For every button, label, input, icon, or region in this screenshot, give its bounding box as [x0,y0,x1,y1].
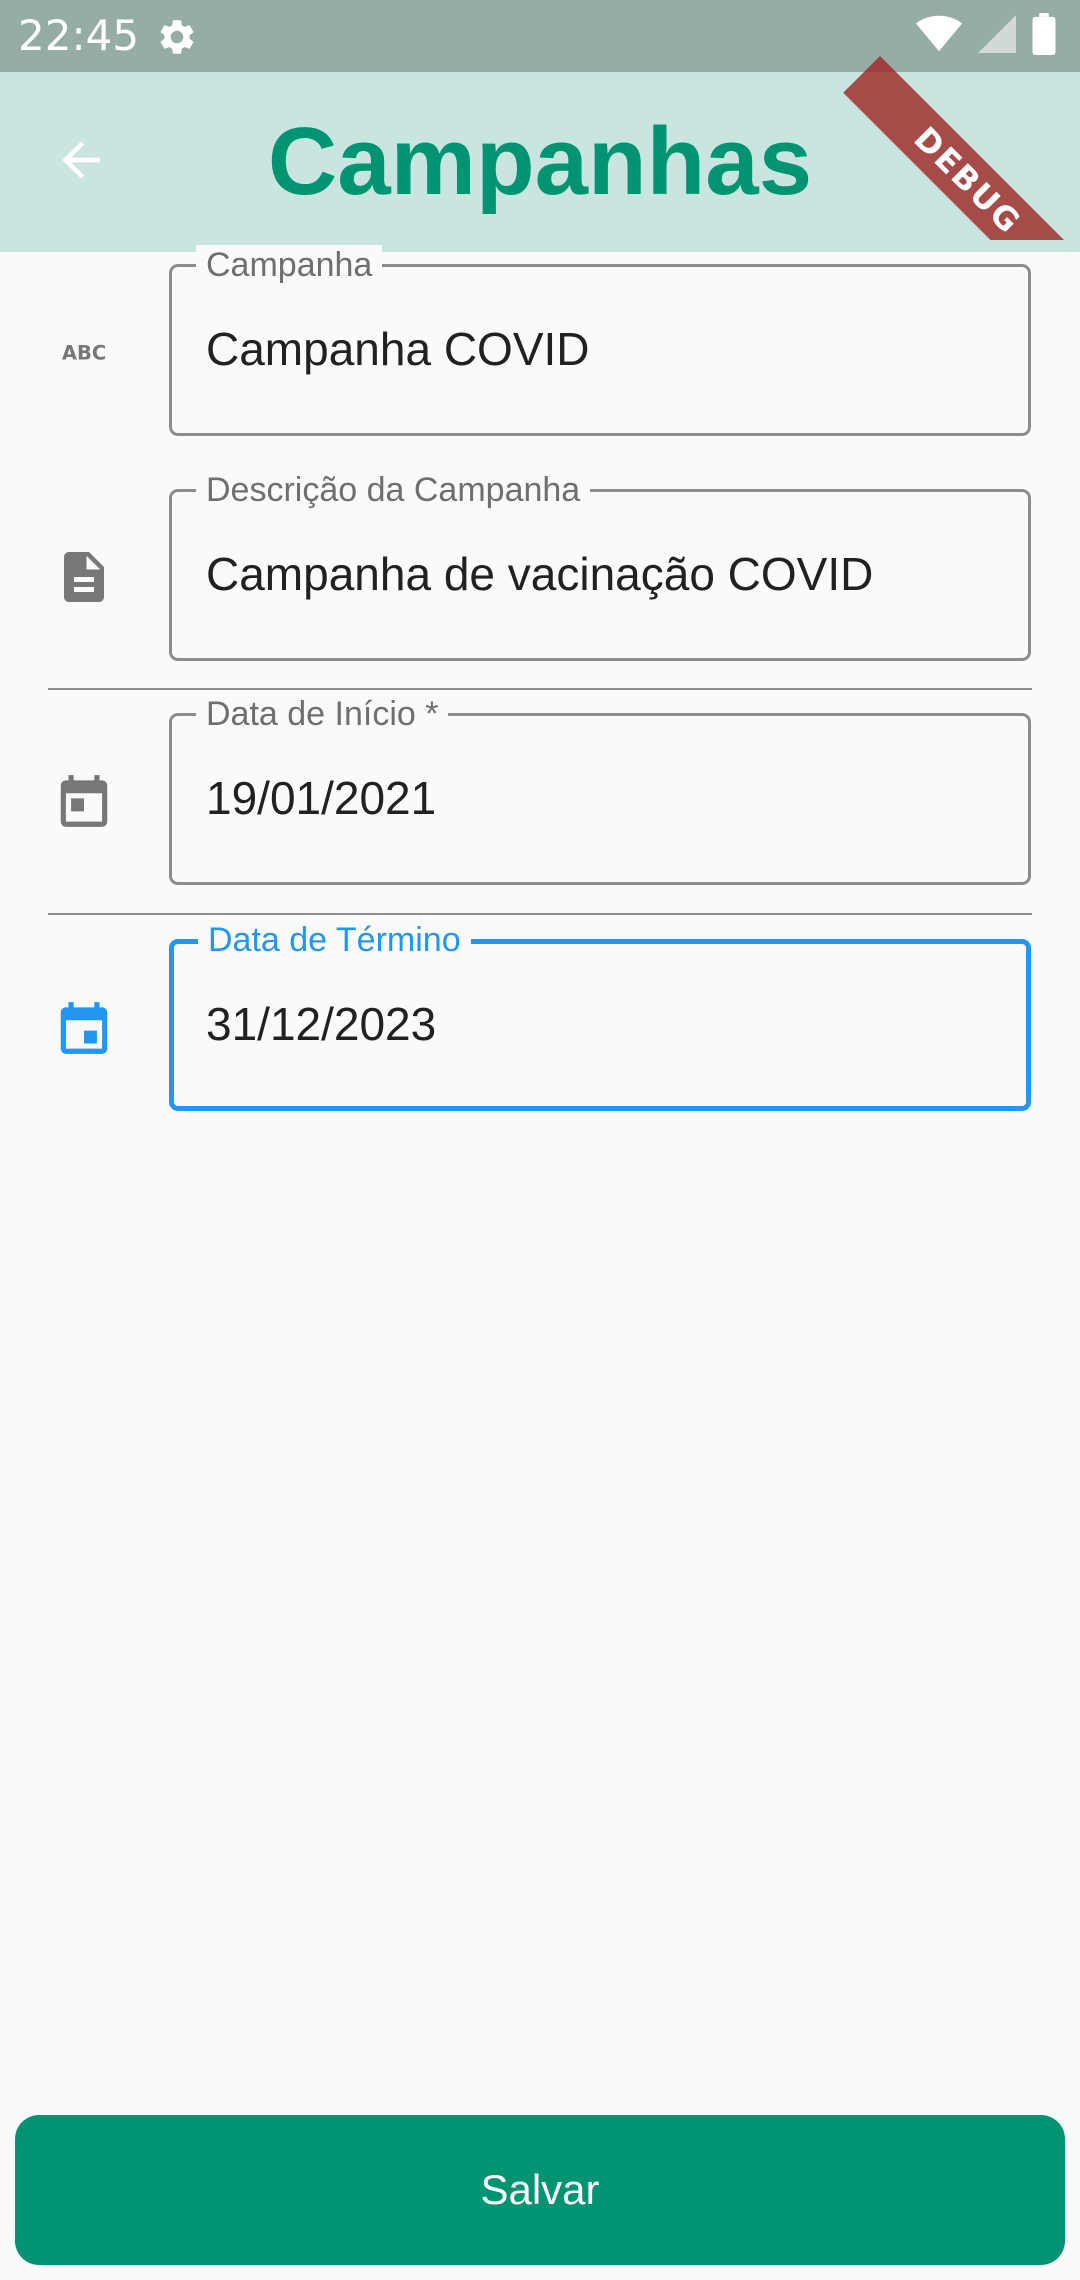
save-button[interactable]: Salvar [15,2115,1065,2265]
status-time: 22:45 [18,11,140,60]
campaign-description-field[interactable]: Descrição da Campanha Campanha de vacina… [169,470,1031,661]
calendar-icon [48,992,120,1064]
start-date-field[interactable]: Data de Início * 19/01/2021 [169,694,1031,885]
campaign-name-field[interactable]: Campanha Campanha COVID [169,245,1031,436]
calendar-icon [48,765,120,837]
end-date-field[interactable]: Data de Término 31/12/2023 [169,920,1031,1111]
page-title: Campanhas [267,108,813,215]
divider [48,688,1032,690]
campaign-description-row: Descrição da Campanha Campanha de vacina… [0,470,1080,667]
signal-icon [978,14,1016,59]
status-bar: 22:45 [0,0,1080,72]
campaign-description-label: Descrição da Campanha [196,470,591,510]
wifi-icon [916,14,962,59]
end-date-row: Data de Término 31/12/2023 [0,920,1080,1116]
start-date-value[interactable]: 19/01/2021 [206,770,436,826]
start-date-row: Data de Início * 19/01/2021 [0,694,1080,891]
start-date-label: Data de Início * [196,694,449,734]
campaign-name-row: ABC Campanha Campanha COVID [0,245,1080,442]
end-date-label: Data de Término [198,920,471,960]
divider [48,913,1032,915]
description-icon [48,541,120,613]
campaign-name-label: Campanha [196,245,383,285]
abc-icon: ABC [48,316,120,388]
campaign-name-value[interactable]: Campanha COVID [206,321,590,377]
svg-text:ABC: ABC [62,342,106,365]
settings-icon [156,16,198,58]
app-bar: Campanhas [0,72,1080,252]
campaign-description-value[interactable]: Campanha de vacinação COVID [206,546,873,602]
end-date-value[interactable]: 31/12/2023 [206,996,436,1052]
status-icons [916,12,1056,60]
battery-icon [1032,12,1056,60]
